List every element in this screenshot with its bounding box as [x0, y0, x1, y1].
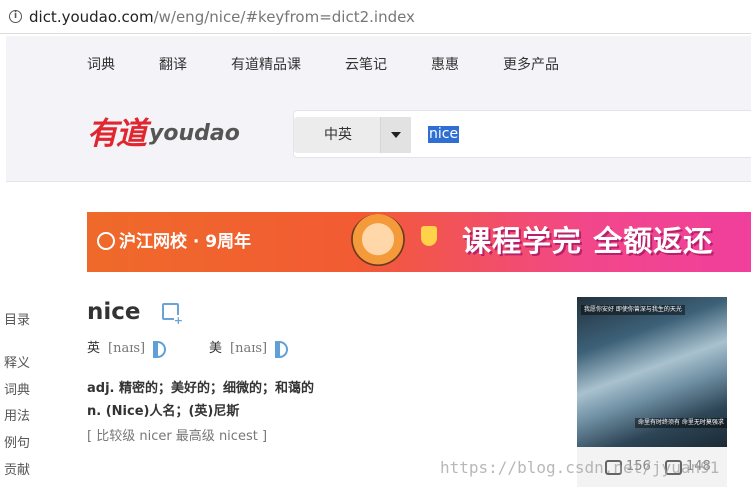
- search-input[interactable]: nice: [428, 126, 460, 143]
- speaker-icon[interactable]: [275, 340, 289, 358]
- headword: nice: [87, 299, 141, 325]
- sidebar-item-examples[interactable]: 例句: [4, 436, 30, 452]
- sidebar-item-dictionary[interactable]: 词典: [4, 383, 30, 399]
- browser-address-bar[interactable]: i dict.youdao.com/w/eng/nice/#keyfrom=di…: [0, 0, 751, 34]
- sidebar-item-usage[interactable]: 用法: [4, 409, 30, 425]
- caret-down-icon[interactable]: [380, 117, 411, 153]
- us-ipa: [naɪs]: [230, 341, 268, 356]
- url-path: /w/eng/nice/#keyfrom=dict2.index: [153, 8, 415, 26]
- definition-adj: adj. 精密的；美好的；细微的；和蔼的: [87, 381, 314, 396]
- youdao-logo[interactable]: 有道 youdao: [87, 114, 240, 154]
- us-label: 美: [209, 341, 223, 356]
- url-text[interactable]: dict.youdao.com/w/eng/nice/#keyfrom=dict…: [29, 8, 415, 26]
- tiger-mascot-icon: [350, 214, 406, 270]
- uk-ipa: [naɪs]: [108, 341, 146, 356]
- nav-item-dict[interactable]: 词典: [87, 56, 115, 74]
- trophy-icon: [421, 226, 437, 246]
- banner-slogan: 课程学完 全额返还: [462, 224, 714, 258]
- speaker-icon[interactable]: [153, 340, 167, 358]
- pronunciation-uk: 英 [naɪs]: [87, 340, 167, 358]
- sidebar-item-toc[interactable]: 目录: [4, 313, 30, 329]
- logo-en: youdao: [149, 121, 240, 146]
- language-select[interactable]: 中英: [294, 117, 411, 153]
- sidebar-item-contribute[interactable]: 贡献: [4, 463, 30, 479]
- hujiang-logo-icon: [97, 232, 115, 250]
- ad-banner[interactable]: 沪江网校 · 9周年 课程学完 全额返还: [87, 212, 751, 272]
- image-caption-top: 我愿你安好 即使你曾深与我生的天光: [581, 305, 685, 315]
- image-caption-bottom: 命里有时终须有 命里无时莫强求: [635, 418, 727, 428]
- word-forms: [ 比较级 nicer 最高级 nicest ]: [87, 429, 268, 444]
- banner-school: 沪江网校 · 9周年: [97, 231, 251, 253]
- logo-cn: 有道: [87, 116, 147, 152]
- header-left-strip: [0, 36, 6, 182]
- pronunciation-us: 美 [naɪs]: [209, 340, 289, 358]
- banner-school-text: 沪江网校 · 9周年: [119, 232, 252, 252]
- nav-item-cloud-notes[interactable]: 云笔记: [345, 56, 387, 74]
- sidebar-item-meaning[interactable]: 释义: [4, 356, 30, 372]
- search-box: 中英 nice: [293, 110, 751, 158]
- definition-noun: n. (Nice)人名；(英)尼斯: [87, 404, 240, 419]
- illustration-image[interactable]: 我愿你安好 即使你曾深与我生的天光 命里有时终须有 命里无时莫强求: [577, 297, 727, 447]
- nav-item-translate[interactable]: 翻译: [159, 56, 187, 74]
- nav-item-courses[interactable]: 有道精品课: [231, 56, 301, 74]
- url-host: dict.youdao.com: [29, 8, 154, 26]
- nav-item-huihui[interactable]: 惠惠: [431, 56, 459, 74]
- language-select-value: 中英: [324, 127, 352, 143]
- info-icon[interactable]: i: [9, 10, 22, 23]
- top-nav: 词典 翻译 有道精品课 云笔记 惠惠 更多产品: [87, 56, 603, 74]
- add-to-wordbook-icon[interactable]: [162, 303, 183, 326]
- uk-label: 英: [87, 341, 101, 356]
- site-header: 词典 翻译 有道精品课 云笔记 惠惠 更多产品 有道 youdao 中英 nic…: [0, 36, 751, 182]
- nav-item-more-products[interactable]: 更多产品: [503, 56, 559, 74]
- blog-watermark: https://blog.csdn.net/jyuan91: [440, 458, 720, 477]
